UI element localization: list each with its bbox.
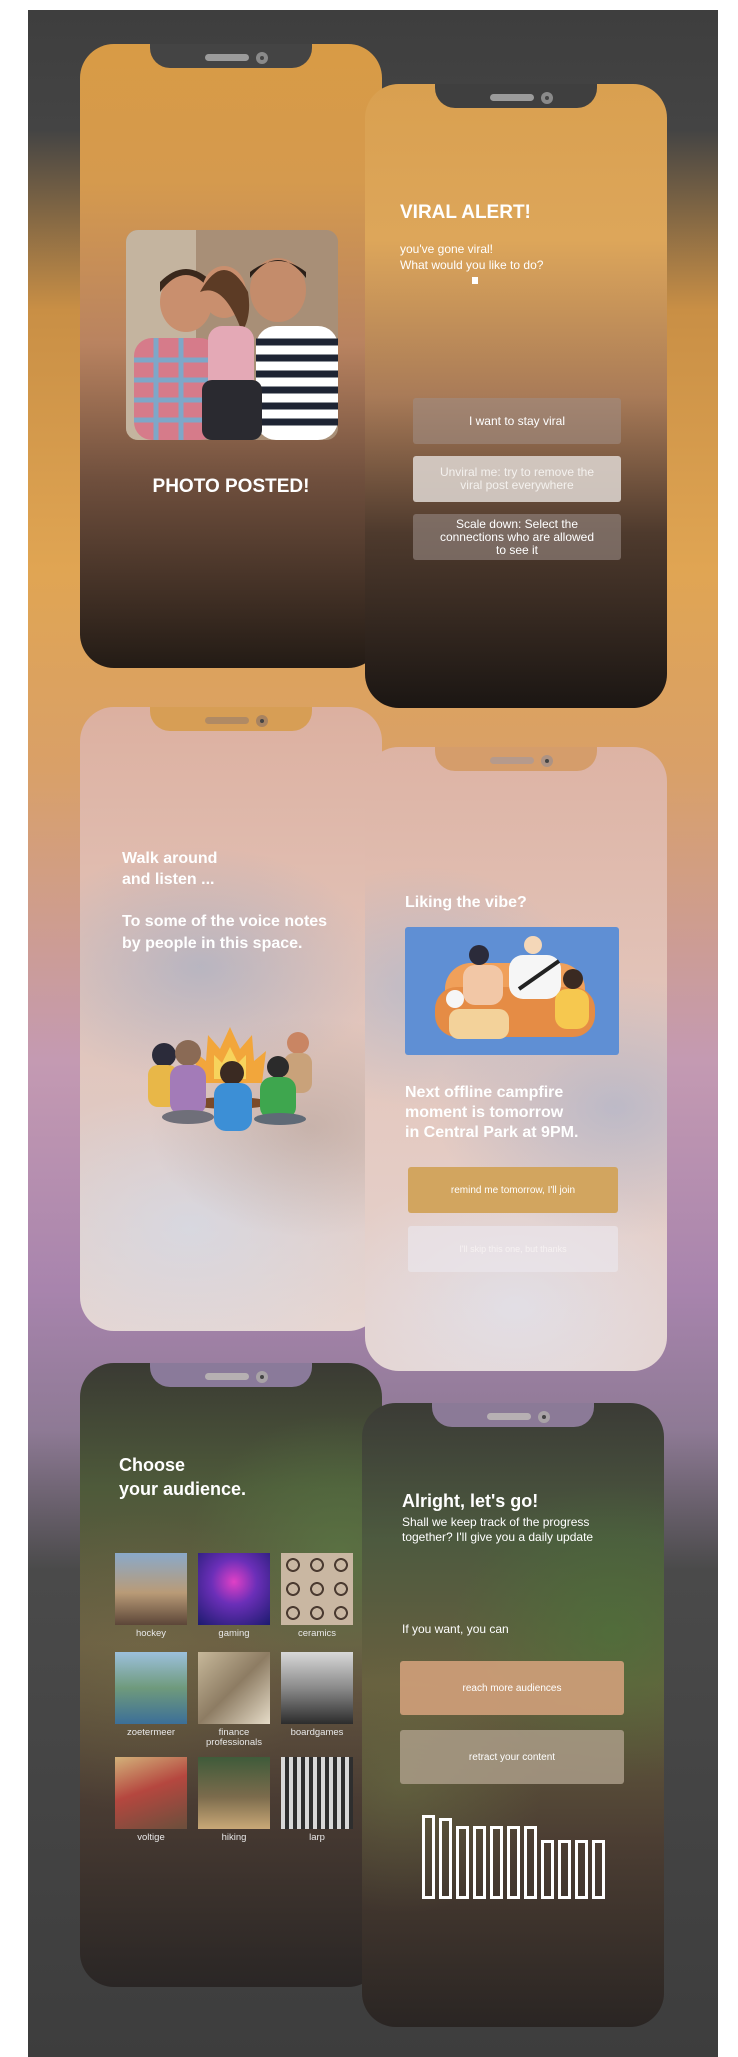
camera	[256, 52, 268, 64]
speaker	[205, 54, 249, 61]
progress-bar	[422, 1815, 435, 1899]
speaker	[490, 757, 534, 764]
phone-notch	[150, 1363, 312, 1387]
progress-bar	[473, 1826, 486, 1899]
progress-bar	[575, 1840, 588, 1899]
viral-alert-line2: What would you like to do?	[400, 258, 544, 272]
lets-go-title: Alright, let's go!	[402, 1491, 539, 1511]
phone-liking-the-vibe: Liking the vibe? Next offline campfire m…	[365, 747, 667, 1371]
progress-bar	[558, 1840, 571, 1899]
camera	[256, 715, 268, 727]
tile-label: finance professionals	[206, 1727, 262, 1748]
cursor-icon	[472, 277, 478, 284]
phone-walk-around: Walk around and listen ... To some of th…	[80, 707, 382, 1331]
audience-tile-voltige[interactable]: voltige	[115, 1757, 187, 1843]
gaming-image-icon	[198, 1553, 270, 1625]
viral-alert-title: VIRAL ALERT!	[400, 202, 531, 223]
tile-label: ceramics	[297, 1628, 336, 1639]
camera	[541, 92, 553, 104]
lets-go-line1: Shall we keep track of the progress	[402, 1515, 590, 1529]
tile-label: hiking	[221, 1832, 247, 1843]
walk-around-line4: by people in this space.	[122, 935, 303, 952]
audience-tile-hockey[interactable]: hockey	[115, 1553, 187, 1639]
phone-notch	[435, 84, 597, 108]
remind-me-button[interactable]: remind me tomorrow, I'll join	[408, 1167, 618, 1213]
progress-bar	[592, 1840, 605, 1899]
camera	[256, 1371, 268, 1383]
lets-go-prompt: If you want, you can	[402, 1622, 509, 1636]
retract-content-button[interactable]: retract your content	[400, 1730, 624, 1784]
finance-image-icon	[198, 1652, 270, 1724]
voltige-image-icon	[115, 1757, 187, 1829]
phone-lets-go: Alright, let's go! Shall we keep track o…	[362, 1403, 664, 2027]
campfire-line2: moment is tomorrow	[405, 1104, 564, 1121]
phone-choose-audience: Choose your audience. hockey gaming cera…	[80, 1363, 382, 1987]
tile-label: larp	[309, 1832, 325, 1843]
choose-audience-line2: your audience.	[119, 1479, 247, 1499]
walk-around-line1: Walk around	[122, 850, 218, 867]
speaker	[487, 1413, 531, 1420]
phone-notch	[432, 1403, 594, 1427]
friends-illustration-icon	[405, 927, 619, 1055]
stay-viral-button[interactable]: I want to stay viral	[413, 398, 621, 444]
progress-bar	[524, 1826, 537, 1899]
campfire-line1: Next offline campfire	[405, 1084, 564, 1101]
viral-alert-line1: you've gone viral!	[400, 242, 494, 256]
progress-bar	[439, 1818, 452, 1899]
progress-bar	[507, 1826, 520, 1899]
phone-photo-posted: PHOTO POSTED!	[80, 44, 382, 668]
audience-tile-larp[interactable]: larp	[281, 1757, 353, 1843]
boardgames-image-icon	[281, 1652, 353, 1724]
ceramics-image-icon	[281, 1553, 353, 1625]
family-photo-icon	[126, 230, 338, 440]
camera	[538, 1411, 550, 1423]
progress-bar	[456, 1826, 469, 1899]
posted-photo	[126, 230, 338, 440]
reach-more-button[interactable]: reach more audiences	[400, 1661, 624, 1715]
hockey-image-icon	[115, 1553, 187, 1625]
choose-audience-line1: Choose	[119, 1455, 186, 1475]
hiking-image-icon	[198, 1757, 270, 1829]
tile-label: voltige	[137, 1832, 165, 1843]
audience-tile-hiking[interactable]: hiking	[198, 1757, 270, 1843]
walk-around-line2: and listen ...	[122, 871, 215, 888]
lets-go-line2: together? I'll give you a daily update	[402, 1530, 594, 1544]
tile-label: gaming	[218, 1628, 250, 1639]
audience-tile-boardgames[interactable]: boardgames	[281, 1652, 353, 1738]
campfire-illustration-icon	[148, 1027, 312, 1131]
phone-notch	[435, 747, 597, 771]
audience-tile-ceramics[interactable]: ceramics	[281, 1553, 353, 1639]
audience-tile-gaming[interactable]: gaming	[198, 1553, 270, 1639]
audience-tile-zoetermeer[interactable]: zoetermeer	[115, 1652, 187, 1738]
progress-bar	[490, 1826, 503, 1899]
phone-notch	[150, 44, 312, 68]
photo-posted-title: PHOTO POSTED!	[152, 476, 310, 497]
unviral-button[interactable]: Unviral me: try to remove the viral post…	[413, 456, 621, 502]
phone-viral-alert: VIRAL ALERT! you've gone viral! What wou…	[365, 84, 667, 708]
tile-label: zoetermeer	[126, 1727, 176, 1738]
zoetermeer-image-icon	[115, 1652, 187, 1724]
phone-notch	[150, 707, 312, 731]
speaker	[205, 717, 249, 724]
liking-the-vibe-title: Liking the vibe?	[405, 894, 527, 911]
audience-tile-finance[interactable]: finance professionals	[198, 1652, 270, 1748]
speaker	[205, 1373, 249, 1380]
campfire-line3: in Central Park at 9PM.	[405, 1124, 579, 1141]
camera	[541, 755, 553, 767]
scale-down-button[interactable]: Scale down: Select the connections who a…	[413, 514, 621, 560]
progress-bars	[422, 1815, 612, 1899]
walk-around-line3: To some of the voice notes	[122, 913, 328, 930]
tile-label: hockey	[135, 1628, 167, 1639]
progress-bar	[541, 1840, 554, 1899]
speaker	[490, 94, 534, 101]
board: PHOTO POSTED! VIRAL ALERT! you've gone v…	[28, 10, 718, 2057]
larp-image-icon	[281, 1757, 353, 1829]
tile-label: boardgames	[290, 1727, 344, 1738]
skip-button[interactable]: I'll skip this one, but thanks	[408, 1226, 618, 1272]
